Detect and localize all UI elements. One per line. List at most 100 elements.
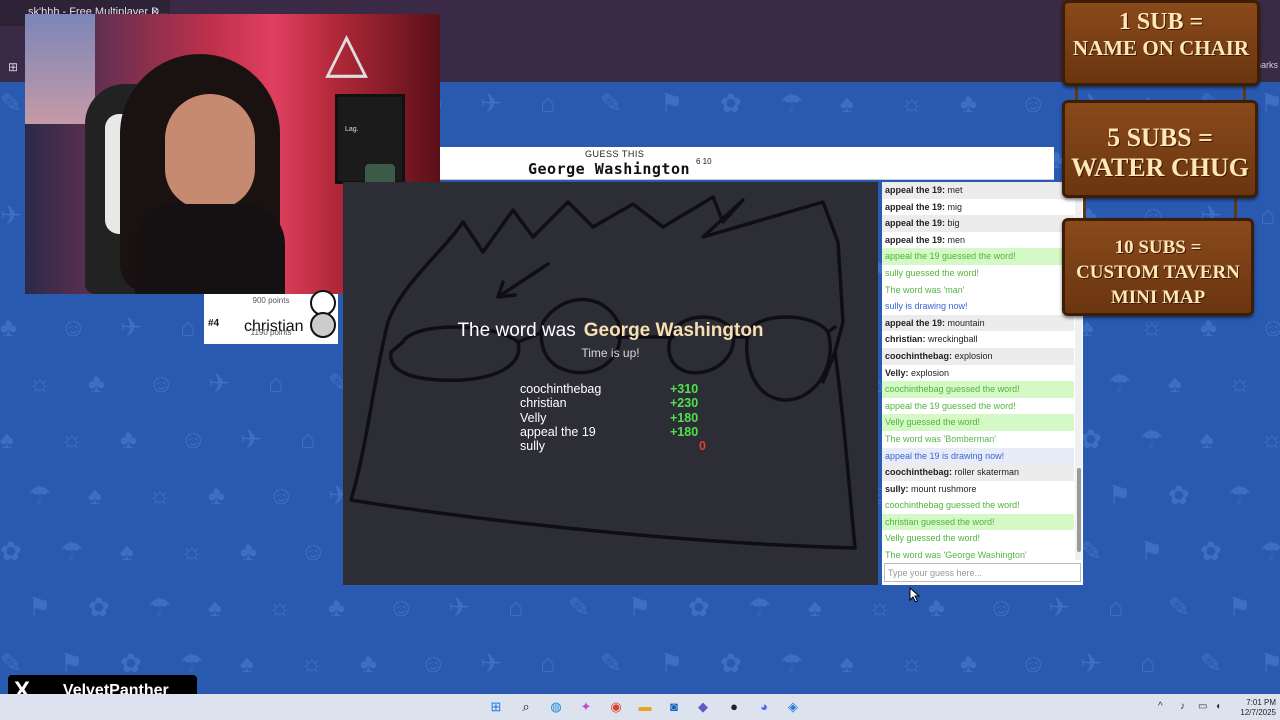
doodle-icon: ✈ (208, 368, 230, 398)
doodle-icon: ☺ (988, 592, 1015, 622)
chat-message: coochinthebag: explosion (882, 347, 1074, 365)
drawing-canvas[interactable]: The word was George Washington Time is up… (343, 182, 878, 585)
doodle-icon: ⌂ (1108, 592, 1124, 622)
sub-goal-reward: WATER CHUG (1071, 153, 1249, 182)
chat-scrollbar-thumb[interactable] (1077, 468, 1081, 552)
doodle-icon: ♣ (88, 368, 106, 398)
microphone-icon[interactable]: ♪ (1180, 701, 1185, 712)
webcam-frame-text: Lag. (345, 126, 359, 133)
sub-goal-sign-3: 10 SUBS = CUSTOM TAVERN MINI MAP (1062, 218, 1254, 316)
system-clock[interactable]: 7:01 PM 12/7/2025 (1236, 698, 1276, 718)
copilot-icon[interactable]: ✦ (577, 699, 595, 715)
chat-username: coochinthebag: (885, 350, 952, 361)
doodle-icon: ⌂ (1140, 648, 1156, 678)
doodle-icon: ☺ (1260, 312, 1280, 342)
chat-word-reveal: The word was 'man' (882, 281, 1074, 299)
teams-icon[interactable]: ◆ (694, 699, 712, 715)
chat-guessed-message: coochinthebag guessed the word! (882, 497, 1074, 514)
round-result-prefix: The word was (457, 320, 576, 341)
chat-guessed-message: christian guessed the word! (882, 513, 1074, 531)
app-icon[interactable]: ◈ (784, 699, 802, 715)
doodle-icon: ⌂ (540, 88, 556, 118)
score-row: sully 0 (520, 439, 710, 453)
search-icon[interactable]: ⌕ (517, 699, 535, 715)
doodle-icon: ⚑ (1108, 480, 1132, 510)
sub-goal-sign-2: 5 SUBS = WATER CHUG (1062, 100, 1258, 198)
windows-start-icon[interactable]: ⊞ (487, 699, 505, 715)
doodle-icon: ☺ (148, 368, 175, 398)
doodle-icon: ⌂ (540, 648, 556, 678)
doodle-icon: ♠ (1168, 368, 1182, 398)
doodle-icon: ♠ (0, 424, 14, 454)
chat-username: Velly: (885, 367, 909, 378)
discord-icon[interactable]: ◕ (755, 699, 773, 715)
player-rank: #4 (208, 318, 220, 329)
chat-username: appeal the 19: (885, 201, 946, 212)
doodle-icon: ☼ (868, 592, 892, 622)
file-explorer-icon[interactable]: ▬ (636, 699, 654, 715)
guess-this-label: GUESS THIS (585, 149, 645, 159)
drawing-arrow (496, 262, 550, 299)
doodle-icon: ✎ (600, 648, 622, 678)
chat-word-reveal: The word was 'Bomberman' (882, 430, 1074, 448)
edge-icon[interactable]: ◍ (547, 699, 565, 715)
chat-word-reveal: The word was 'George Washington' (882, 547, 1074, 562)
doodle-icon: ♠ (208, 592, 222, 622)
chat-message: appeal the 19: mountain (882, 314, 1074, 332)
doodle-icon: ✎ (1080, 536, 1102, 566)
doodle-icon: ☺ (1020, 88, 1047, 118)
doodle-icon: ♠ (1200, 424, 1214, 454)
mouse-cursor-icon (909, 587, 921, 603)
doodle-icon: ☼ (148, 480, 172, 510)
apps-grid-icon[interactable]: ⊞ (8, 60, 18, 74)
score-player-name: appeal the 19 (520, 424, 596, 439)
doodle-icon: ♠ (120, 536, 134, 566)
chat-text: wreckingball (928, 334, 978, 345)
deathly-hallows-decor: △ (325, 20, 369, 83)
round-result-word: George Washington (583, 320, 764, 341)
score-player-name: christian (520, 396, 567, 411)
guess-input[interactable] (884, 563, 1081, 582)
doodle-icon: ☼ (1140, 312, 1164, 342)
doodle-icon: ☂ (1140, 424, 1164, 454)
chat-panel: appeal the 19: met appeal the 19: mig appe… (882, 182, 1083, 585)
round-scores: coochinthebag +310 christian +230 Velly +180 a… (520, 382, 710, 453)
chat-guessed-message: sully guessed the word! (882, 264, 1074, 282)
doodle-icon: ♠ (88, 480, 102, 510)
doodle-icon: ♠ (840, 88, 854, 118)
chat-text: explosion (911, 367, 950, 378)
chat-drawing-notice: sully is drawing now! (882, 298, 1074, 315)
doodle-icon: ✈ (480, 648, 502, 678)
doodle-icon: ✈ (1080, 648, 1102, 678)
doodle-icon: ☼ (268, 592, 292, 622)
doodle-icon: ☼ (28, 368, 52, 398)
revealed-word: George Washington (528, 160, 691, 178)
word-header: GUESS THIS George Washington 6 10 (440, 147, 1054, 180)
chat-guessed-message: coochinthebag guessed the word! (882, 381, 1074, 398)
time-up-label: Time is up! (581, 346, 640, 360)
doodle-icon: ✿ (1080, 424, 1102, 454)
doodle-icon: ⌂ (1260, 200, 1276, 230)
network-icon[interactable]: ▭ (1198, 701, 1207, 712)
sub-goal-count: 1 SUB = (1118, 9, 1204, 35)
chat-guessed-message: appeal the 19 guessed the word! (882, 248, 1074, 265)
word-length-hint: 6 10 (696, 157, 712, 166)
tray-chevron-icon[interactable]: ^ (1158, 701, 1163, 712)
doodle-icon: ⚑ (1260, 88, 1280, 118)
chrome-icon[interactable]: ◉ (607, 699, 625, 715)
sub-goal-sign-1: 1 SUB = NAME ON CHAIR (1062, 0, 1260, 86)
doodle-icon: ☂ (1108, 368, 1132, 398)
obs-icon[interactable]: ● (725, 699, 743, 715)
chat-message: christian: wreckingball (882, 331, 1074, 348)
doodle-icon: ☺ (388, 592, 415, 622)
doodle-icon: ✿ (720, 648, 742, 678)
outlook-icon[interactable]: ◙ (665, 699, 683, 715)
doodle-icon: ⚑ (1140, 536, 1164, 566)
score-row: Velly +180 (520, 411, 710, 425)
chat-text: mig (947, 201, 963, 212)
player-avatar[interactable] (310, 312, 336, 338)
chat-message: appeal the 19: met (882, 182, 1074, 199)
doodle-icon: ☂ (748, 592, 772, 622)
doodle-icon: ✿ (0, 536, 22, 566)
volume-icon[interactable]: ◖ (1215, 701, 1221, 712)
